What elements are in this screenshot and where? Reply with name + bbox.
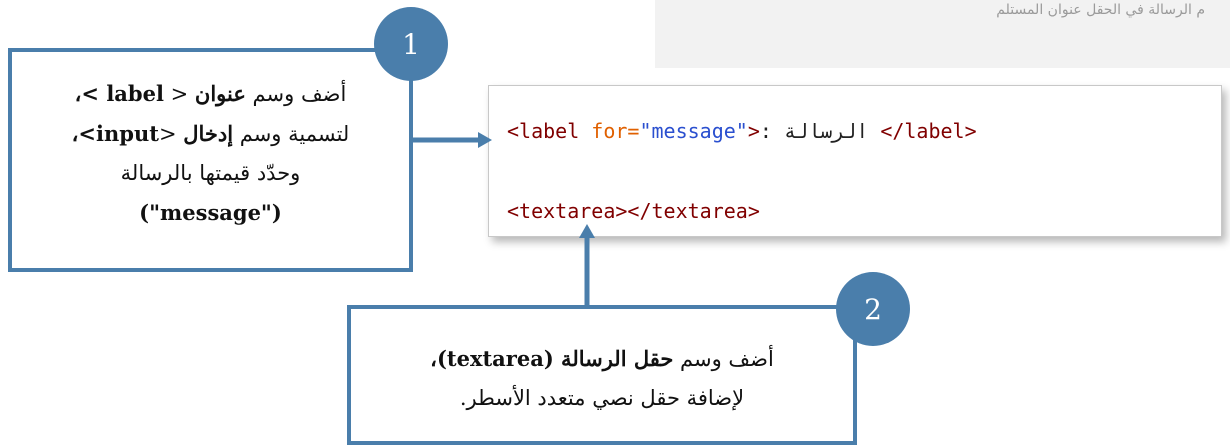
callout-1-bold-input-tag: input — [96, 121, 159, 146]
callout-1: أضف وسم عنوان < label >، لتسمية وسم إدخا… — [8, 48, 413, 272]
callout-1-line2: لتسمية وسم إدخال <input>، — [12, 114, 409, 154]
callout-1-text2: لتسمية وسم — [233, 122, 350, 146]
callout-2-comma: ، — [430, 346, 437, 371]
callout-2-bold: حقل الرسالة (textarea) — [436, 346, 674, 371]
step-1-badge: 1 — [374, 7, 448, 81]
callout-2-line2: لإضافة حقل نصي متعدد الأسطر. — [459, 386, 745, 410]
step-2-badge: 2 — [836, 272, 910, 346]
callout-1-bracket2-end: >، — [71, 121, 97, 146]
callout-1-line3: وحدّد قيمتها بالرسالة — [120, 161, 301, 185]
callout-2-line1: أضف وسم حقل الرسالة (textarea)، — [351, 339, 853, 379]
callout-2: أضف وسم حقل الرسالة (textarea)، لإضافة ح… — [347, 305, 857, 445]
callout-1-text: أضف وسم — [245, 82, 347, 106]
callout-1-bold-label: label — [106, 81, 164, 106]
callout-2-text: أضف وسم — [673, 347, 774, 371]
arrow-1-head — [478, 132, 492, 148]
callout-1-line1: أضف وسم عنوان < label >، — [12, 74, 409, 114]
callout-1-bold-input: إدخال — [183, 121, 234, 146]
callout-1-bracket-end: >، — [74, 81, 107, 106]
arrow-2-head — [579, 224, 595, 238]
callout-1-line4: ("message") — [139, 200, 282, 225]
callout-1-bracket: < — [163, 82, 195, 106]
callout-1-bracket2: < — [158, 122, 184, 146]
callout-1-bold-title: عنوان — [194, 81, 246, 106]
